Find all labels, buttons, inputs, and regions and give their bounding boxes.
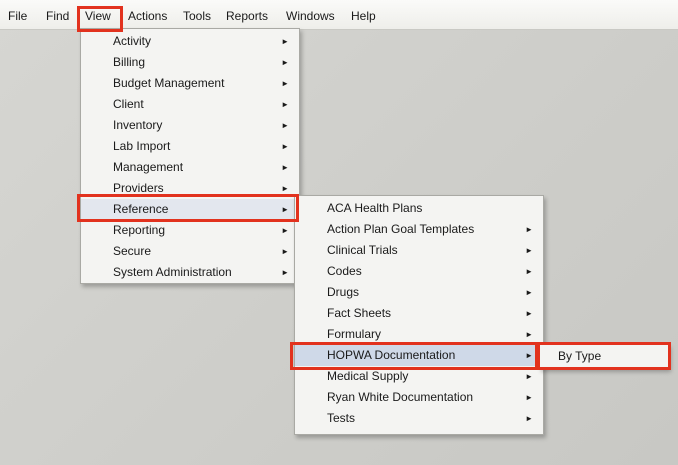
view-dropdown-menu: Activity ► Billing ► Budget Management ► Cl… (80, 28, 300, 284)
triangle-right-icon: ► (281, 37, 289, 46)
menu-item-label: Management (113, 160, 184, 174)
menu-help[interactable]: Help (351, 8, 376, 25)
menu-item-ryan-white-documentation[interactable]: Ryan White Documentation ► (295, 387, 543, 408)
menu-view[interactable]: View (85, 8, 111, 25)
menu-item-label: ACA Health Plans (327, 201, 423, 215)
triangle-right-icon: ► (281, 226, 289, 235)
menu-item-label: Secure (113, 244, 152, 258)
menu-bar: File Find View Actions Tools Reports Win… (0, 0, 678, 30)
triangle-right-icon: ► (281, 268, 289, 277)
menu-item-fact-sheets[interactable]: Fact Sheets ► (295, 303, 543, 324)
menu-item-label: Codes (327, 264, 362, 278)
menu-item-label: Formulary (327, 327, 382, 341)
hopwa-submenu: By Type (539, 344, 669, 369)
menu-item-providers[interactable]: Providers ► (81, 178, 299, 199)
menu-item-label: Action Plan Goal Templates (327, 222, 475, 236)
triangle-right-icon: ► (525, 393, 533, 402)
menu-item-formulary[interactable]: Formulary ► (295, 324, 543, 345)
menu-item-label: HOPWA Documentation (327, 348, 456, 362)
menu-item-medical-supply[interactable]: Medical Supply ► (295, 366, 543, 387)
triangle-right-icon: ► (525, 330, 533, 339)
menu-windows[interactable]: Windows (286, 8, 335, 25)
triangle-right-icon: ► (281, 100, 289, 109)
menu-item-inventory[interactable]: Inventory ► (81, 115, 299, 136)
menu-item-budget-management[interactable]: Budget Management ► (81, 73, 299, 94)
triangle-right-icon: ► (525, 351, 533, 360)
menu-find[interactable]: Find (46, 8, 69, 25)
menu-item-hopwa-documentation[interactable]: HOPWA Documentation ► (295, 345, 543, 366)
triangle-right-icon: ► (281, 58, 289, 67)
triangle-right-icon: ► (525, 225, 533, 234)
menu-item-management[interactable]: Management ► (81, 157, 299, 178)
menu-item-system-administration[interactable]: System Administration ► (81, 262, 299, 283)
menu-item-by-type[interactable]: By Type (540, 345, 668, 368)
menu-item-lab-import[interactable]: Lab Import ► (81, 136, 299, 157)
triangle-right-icon: ► (281, 163, 289, 172)
menu-item-label: Tests (327, 411, 356, 425)
menu-item-codes[interactable]: Codes ► (295, 261, 543, 282)
menu-item-aca-health-plans[interactable]: ACA Health Plans (295, 198, 543, 219)
menu-item-client[interactable]: Client ► (81, 94, 299, 115)
menu-item-drugs[interactable]: Drugs ► (295, 282, 543, 303)
menu-tools[interactable]: Tools (183, 8, 211, 25)
menu-reports[interactable]: Reports (226, 8, 268, 25)
menu-item-label: Client (113, 97, 144, 111)
menu-item-label: Providers (113, 181, 164, 195)
triangle-right-icon: ► (281, 205, 289, 214)
triangle-right-icon: ► (525, 288, 533, 297)
menu-item-secure[interactable]: Secure ► (81, 241, 299, 262)
menu-item-label: Lab Import (113, 139, 171, 153)
menu-item-label: Clinical Trials (327, 243, 398, 257)
triangle-right-icon: ► (281, 142, 289, 151)
menu-item-reference[interactable]: Reference ► (81, 199, 299, 220)
menu-item-label: System Administration (113, 265, 232, 279)
triangle-right-icon: ► (525, 246, 533, 255)
menu-actions[interactable]: Actions (128, 8, 167, 25)
menu-item-label: Billing (113, 55, 146, 69)
triangle-right-icon: ► (281, 121, 289, 130)
triangle-right-icon: ► (281, 184, 289, 193)
triangle-right-icon: ► (281, 79, 289, 88)
triangle-right-icon: ► (525, 372, 533, 381)
menu-item-activity[interactable]: Activity ► (81, 31, 299, 52)
menu-item-reporting[interactable]: Reporting ► (81, 220, 299, 241)
triangle-right-icon: ► (525, 414, 533, 423)
triangle-right-icon: ► (525, 267, 533, 276)
menu-item-label: Inventory (113, 118, 163, 132)
menu-item-label: By Type (558, 349, 602, 363)
reference-submenu: ACA Health Plans Action Plan Goal Templa… (294, 195, 544, 435)
menu-item-label: Ryan White Documentation (327, 390, 474, 404)
menu-item-label: Reporting (113, 223, 166, 237)
menu-item-action-plan-goal-templates[interactable]: Action Plan Goal Templates ► (295, 219, 543, 240)
menu-item-label: Medical Supply (327, 369, 409, 383)
menu-item-label: Fact Sheets (327, 306, 392, 320)
menu-item-label: Reference (113, 202, 169, 216)
menu-file[interactable]: File (8, 8, 27, 25)
triangle-right-icon: ► (281, 247, 289, 256)
menu-item-clinical-trials[interactable]: Clinical Trials ► (295, 240, 543, 261)
menu-item-billing[interactable]: Billing ► (81, 52, 299, 73)
menu-item-label: Budget Management (113, 76, 225, 90)
menu-item-label: Drugs (327, 285, 360, 299)
menu-item-label: Activity (113, 34, 152, 48)
menu-item-tests[interactable]: Tests ► (295, 408, 543, 429)
triangle-right-icon: ► (525, 309, 533, 318)
